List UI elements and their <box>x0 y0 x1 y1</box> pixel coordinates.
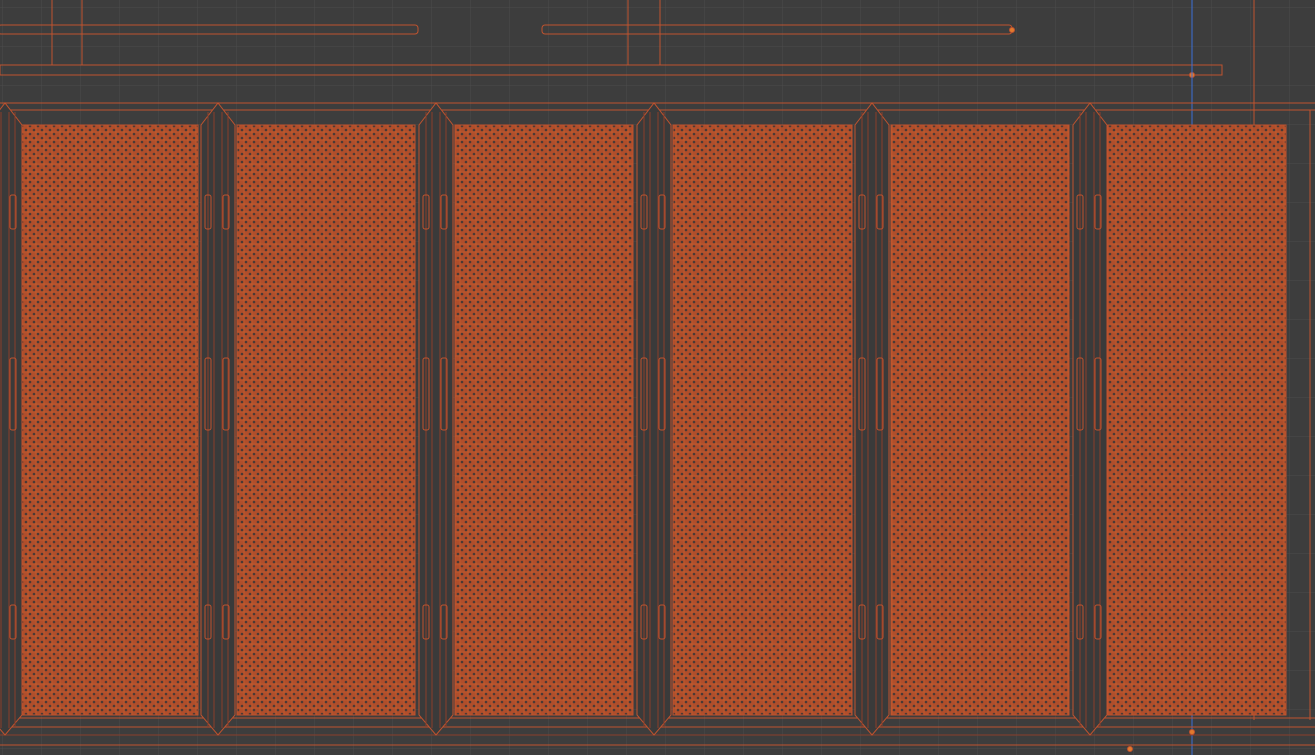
divider-frame <box>0 102 23 736</box>
divider-frame <box>636 102 672 736</box>
panel-divider <box>418 102 454 736</box>
divider-frame <box>1072 102 1108 736</box>
panel-divider <box>636 102 672 736</box>
panel-divider <box>1072 102 1108 736</box>
panel-divider <box>200 102 236 736</box>
mesh-panel <box>890 124 1070 716</box>
viewport-canvas[interactable] <box>0 0 1315 755</box>
mesh-panel <box>17 124 199 716</box>
panel-divider <box>854 102 890 736</box>
mesh-panel <box>454 124 634 716</box>
mesh-panel <box>1107 124 1287 716</box>
divider-frame <box>200 102 236 736</box>
panel-divider <box>0 102 23 736</box>
mesh-panel <box>236 124 416 716</box>
divider-frame <box>854 102 890 736</box>
3d-viewport-wireframe[interactable] <box>0 0 1315 755</box>
vertex-point <box>1127 746 1133 752</box>
vertex-point <box>1009 27 1015 33</box>
divider-frame <box>418 102 454 736</box>
vertex-point <box>1189 729 1195 735</box>
mesh-panel <box>672 124 853 716</box>
